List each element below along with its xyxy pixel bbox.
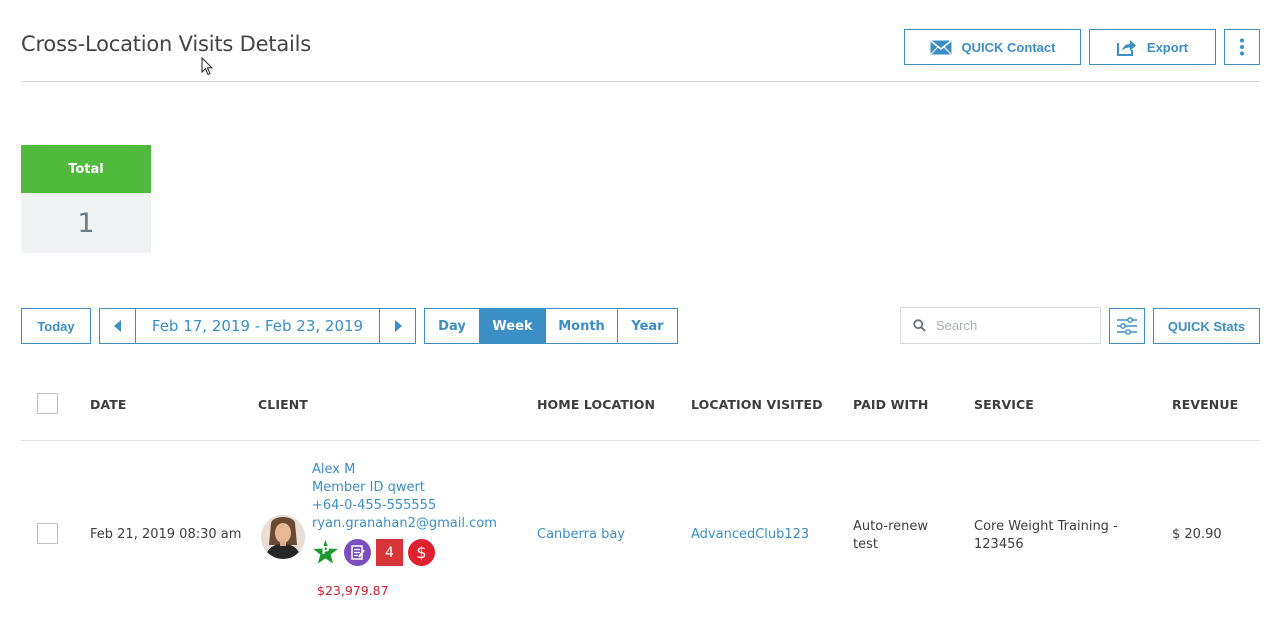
star-icon[interactable]: P xyxy=(312,539,339,566)
client-member-id[interactable]: Member ID qwert xyxy=(312,479,497,497)
export-label: Export xyxy=(1146,39,1189,55)
client-email-link[interactable]: ryan.granahan2@gmail.com xyxy=(312,515,497,533)
service-line1: Core Weight Training - xyxy=(974,519,1118,534)
envelope-icon xyxy=(930,39,952,54)
notes-icon[interactable] xyxy=(344,539,371,566)
client-photo xyxy=(261,515,305,559)
date-range-picker: Feb 17, 2019 - Feb 23, 2019 xyxy=(99,308,416,344)
share-icon xyxy=(1116,40,1136,56)
search-input[interactable] xyxy=(936,318,1086,333)
more-vertical-icon xyxy=(1240,38,1244,56)
column-header-date[interactable]: DATE xyxy=(90,397,127,412)
period-year-tab[interactable]: Year xyxy=(618,309,677,343)
paid-with-line1: Auto-renew xyxy=(853,519,929,534)
visit-count-badge[interactable]: 4 xyxy=(376,539,403,566)
period-week-tab[interactable]: Week xyxy=(480,309,546,343)
total-value: 1 xyxy=(77,207,95,239)
total-label: Total xyxy=(21,145,151,193)
quick-contact-button[interactable]: QUICK Contact xyxy=(904,29,1081,65)
column-header-location-visited[interactable]: LOCATION VISITED xyxy=(691,397,823,412)
period-month-tab[interactable]: Month xyxy=(546,309,618,343)
column-header-paid-with[interactable]: PAID WITH xyxy=(853,397,928,412)
select-all-checkbox[interactable] xyxy=(37,393,58,414)
page-header: Cross-Location Visits Details QUICK Cont… xyxy=(21,0,1260,82)
service: Core Weight Training - 123456 xyxy=(974,518,1118,554)
revenue-value: $ 20.90 xyxy=(1172,527,1222,542)
chevron-left-icon xyxy=(113,320,121,332)
period-selector: Day Week Month Year xyxy=(424,308,678,344)
mouse-cursor-icon xyxy=(201,57,213,76)
star-badge-letter: P xyxy=(321,544,330,557)
notes-glyph xyxy=(350,545,365,560)
next-range-button[interactable] xyxy=(379,309,415,343)
previous-range-button[interactable] xyxy=(100,309,136,343)
table-header: DATE CLIENT HOME LOCATION LOCATION VISIT… xyxy=(21,380,1260,441)
column-header-home-location[interactable]: HOME LOCATION xyxy=(537,397,655,412)
column-header-client[interactable]: CLIENT xyxy=(258,397,308,412)
column-header-revenue[interactable]: REVENUE xyxy=(1172,397,1238,412)
more-options-button[interactable] xyxy=(1224,29,1260,65)
today-button[interactable]: Today xyxy=(21,308,91,344)
quick-stats-button[interactable]: QUICK Stats xyxy=(1153,308,1260,344)
client-phone-link[interactable]: +64-0-455-555555 xyxy=(312,497,497,515)
location-visited-link[interactable]: AdvancedClub123 xyxy=(691,527,809,542)
client-info: Alex M Member ID qwert +64-0-455-555555 … xyxy=(312,461,497,533)
search-box xyxy=(900,307,1101,344)
client-badges: P 4 $ xyxy=(312,539,435,566)
date-range-label[interactable]: Feb 17, 2019 - Feb 23, 2019 xyxy=(136,309,379,343)
export-button[interactable]: Export xyxy=(1089,29,1216,65)
avatar[interactable] xyxy=(261,515,305,559)
filter-sliders-icon xyxy=(1117,317,1137,335)
client-balance: $23,979.87 xyxy=(317,583,389,598)
paid-with: Auto-renew test xyxy=(853,518,928,554)
visit-date: Feb 21, 2019 08:30 am xyxy=(90,527,242,542)
search-icon xyxy=(913,319,926,332)
page-title: Cross-Location Visits Details xyxy=(21,32,312,56)
total-summary-card: Total 1 xyxy=(21,145,151,253)
dollar-icon[interactable]: $ xyxy=(408,539,435,566)
row-select-checkbox[interactable] xyxy=(37,523,58,544)
client-name-link[interactable]: Alex M xyxy=(312,461,497,479)
chevron-right-icon xyxy=(394,320,402,332)
filter-button[interactable] xyxy=(1109,308,1145,344)
home-location-link[interactable]: Canberra bay xyxy=(537,527,625,542)
column-header-service[interactable]: SERVICE xyxy=(974,397,1034,412)
table-row: Feb 21, 2019 08:30 am Alex M Member ID q… xyxy=(21,442,1260,621)
paid-with-line2: test xyxy=(853,537,878,552)
service-line2: 123456 xyxy=(974,537,1024,552)
period-day-tab[interactable]: Day xyxy=(425,309,480,343)
quick-contact-label: QUICK Contact xyxy=(961,39,1056,55)
